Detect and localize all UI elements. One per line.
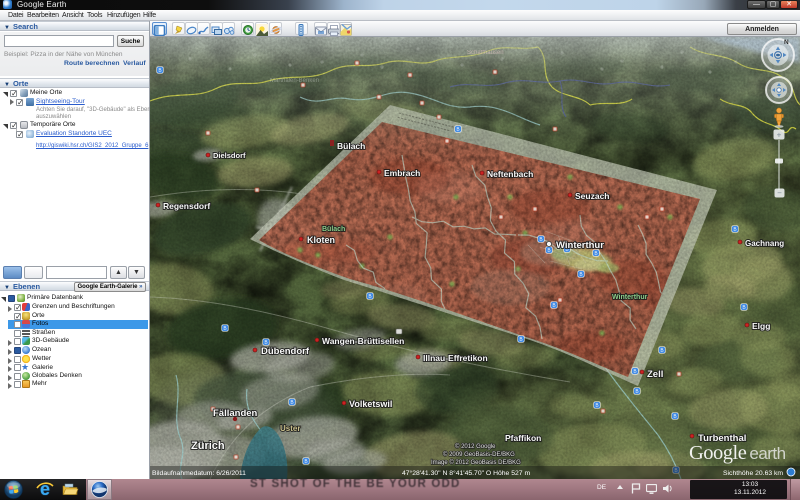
svg-text:Zell: Zell xyxy=(647,369,663,380)
svg-text:Wangen-Brüttisellen: Wangen-Brüttisellen xyxy=(322,336,404,346)
svg-text:Seuzach: Seuzach xyxy=(575,191,610,201)
svg-text:Kloten: Kloten xyxy=(307,235,335,245)
svg-text:Image © 2012 GeoBasis DE/BKG: Image © 2012 GeoBasis DE/BKG xyxy=(431,459,521,466)
svg-text:Neftenbach: Neftenbach xyxy=(487,169,533,179)
svg-text:N: N xyxy=(784,39,789,46)
svg-text:Winterthur: Winterthur xyxy=(556,240,604,251)
svg-text:Dielsdorf: Dielsdorf xyxy=(213,151,246,160)
svg-text:Googleearth: Googleearth xyxy=(689,442,786,464)
svg-text:Illnau-Effretikon: Illnau-Effretikon xyxy=(423,353,488,363)
svg-text:Bülach: Bülach xyxy=(337,141,365,151)
svg-text:Bülach: Bülach xyxy=(322,226,345,233)
svg-text:Bildaufnahmedatum: 6/26/2011: Bildaufnahmedatum: 6/26/2011 xyxy=(152,470,246,477)
svg-text:Embrach: Embrach xyxy=(384,168,420,178)
svg-text:Schaffhausen: Schaffhausen xyxy=(467,50,504,56)
svg-text:Marthalen-Benken: Marthalen-Benken xyxy=(270,78,319,84)
svg-text:Dübendorf: Dübendorf xyxy=(261,346,310,357)
svg-text:47°28'41.30" N 8°41'45.70" O: 47°28'41.30" N 8°41'45.70" O Höhe 527 m xyxy=(402,469,530,477)
svg-text:−: − xyxy=(777,189,782,198)
svg-text:Elgg: Elgg xyxy=(752,321,770,331)
svg-text:Pfaffikon: Pfaffikon xyxy=(505,433,541,443)
svg-text:Volketswil: Volketswil xyxy=(349,399,392,409)
svg-text:+: + xyxy=(777,131,782,140)
svg-text:© 2012 Google: © 2012 Google xyxy=(455,443,496,450)
svg-text:Sichthöhe 20.63 km: Sichthöhe 20.63 km xyxy=(723,470,783,477)
svg-text:Regensdorf: Regensdorf xyxy=(163,201,210,211)
svg-text:Winterthur: Winterthur xyxy=(612,294,648,301)
svg-text:Gachnang: Gachnang xyxy=(745,239,784,248)
svg-text:Uster: Uster xyxy=(280,424,300,433)
svg-text:Zürich: Zürich xyxy=(191,440,225,452)
svg-text:© 2009 GeoBasis-DE/BKG: © 2009 GeoBasis-DE/BKG xyxy=(443,451,515,458)
